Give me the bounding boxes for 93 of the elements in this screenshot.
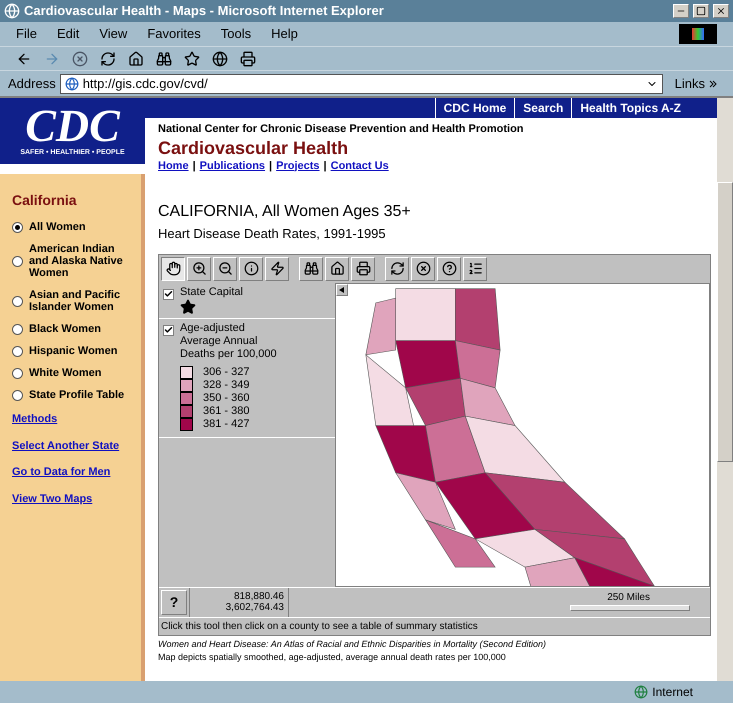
layer-checkbox[interactable] bbox=[163, 324, 174, 336]
option-label[interactable]: Hispanic Women bbox=[29, 345, 118, 357]
tool-button[interactable] bbox=[161, 256, 185, 280]
radio-button[interactable] bbox=[12, 390, 23, 400]
sidebar-link[interactable]: Select Another State bbox=[12, 438, 129, 454]
sidebar-link[interactable]: View Two Maps bbox=[12, 490, 129, 507]
nav-link[interactable]: Projects bbox=[276, 158, 320, 174]
footnote: Map depicts spatially smoothed, age-adjusted, average annual death rates per 100,000 bbox=[158, 651, 507, 664]
option-label[interactable]: Black Women bbox=[29, 323, 101, 335]
option-label[interactable]: American Indian and Alaska Native Women bbox=[29, 243, 129, 279]
windows-logo bbox=[679, 24, 717, 44]
hand-icon bbox=[166, 261, 180, 276]
star-icon bbox=[180, 298, 196, 314]
lightning-icon bbox=[270, 261, 284, 276]
nav-link[interactable]: Contact Us bbox=[330, 158, 389, 174]
option-label[interactable]: State Profile Table bbox=[29, 389, 124, 401]
option-label[interactable]: All Women bbox=[29, 221, 86, 233]
nav-link[interactable]: Publications bbox=[200, 158, 266, 174]
status-hint: Click this tool then click on a county to see a table of summary statistics bbox=[159, 616, 710, 634]
triangle-icon bbox=[339, 286, 345, 292]
legend-range: 328 - 349 bbox=[203, 378, 250, 392]
stop-icon[interactable] bbox=[72, 50, 88, 66]
menu-item[interactable]: Edit bbox=[56, 24, 80, 44]
option-label[interactable]: Asian and Pacific Islander Women bbox=[29, 289, 129, 313]
close-button[interactable] bbox=[713, 4, 729, 18]
close-icon bbox=[716, 6, 726, 16]
radio-button[interactable] bbox=[12, 222, 23, 232]
layer-checkbox[interactable] bbox=[163, 288, 174, 300]
globe-icon bbox=[634, 685, 648, 699]
menu-item[interactable]: Help bbox=[271, 24, 298, 44]
help-icon bbox=[442, 261, 456, 276]
refresh-icon[interactable] bbox=[100, 50, 116, 66]
separator: | bbox=[192, 158, 196, 174]
scrollbar[interactable] bbox=[717, 98, 733, 681]
list-icon bbox=[468, 261, 482, 276]
zoom-out-icon bbox=[218, 261, 232, 276]
printer-icon bbox=[356, 261, 370, 276]
menu-item[interactable]: Favorites bbox=[147, 24, 201, 44]
header-link[interactable]: CDC Home bbox=[434, 98, 514, 118]
state-name: California bbox=[12, 191, 78, 210]
citation: Women and Heart Disease: An Atlas of Racial and Ethnic Disparities in Mortality (Second Edition) bbox=[158, 638, 548, 651]
close-icon bbox=[416, 261, 430, 276]
map-heading: CALIFORNIA, All Women Ages 35+ bbox=[158, 202, 412, 222]
radio-button[interactable] bbox=[12, 296, 23, 306]
zoom-in-icon bbox=[192, 261, 206, 276]
home-icon[interactable] bbox=[128, 50, 144, 66]
site-title: Cardiovascular Health bbox=[158, 138, 350, 158]
address-label: Address bbox=[8, 74, 56, 93]
radio-button[interactable] bbox=[12, 346, 23, 356]
search-icon[interactable] bbox=[156, 50, 172, 66]
menu-item[interactable]: View bbox=[99, 24, 128, 44]
back-icon[interactable] bbox=[16, 50, 32, 66]
center-name: National Center for Chronic Disease Prevention and Health Promotion bbox=[158, 122, 525, 137]
coordinate-text: 3,602,764.43 bbox=[226, 602, 284, 613]
menu-item[interactable]: Tools bbox=[220, 24, 252, 44]
separator: | bbox=[324, 158, 327, 174]
nav-link[interactable]: Home bbox=[158, 158, 189, 174]
refresh-icon bbox=[390, 261, 404, 276]
sidebar-link[interactable]: Go to Data for Men bbox=[12, 464, 129, 480]
maximize-icon bbox=[696, 6, 706, 16]
chevrons-icon bbox=[709, 80, 717, 88]
collapse-button[interactable] bbox=[336, 284, 348, 296]
legend-range: 361 - 380 bbox=[203, 404, 250, 418]
separator: | bbox=[269, 158, 272, 174]
scale-label: 250 Miles bbox=[607, 590, 650, 604]
zone-label: Internet bbox=[652, 684, 693, 701]
help-button[interactable]: ? bbox=[161, 590, 187, 614]
binoculars-icon bbox=[304, 261, 318, 276]
layer-label: Age-adjusted Average Annual Deaths per 100,000 bbox=[180, 322, 278, 360]
minimize-button[interactable] bbox=[673, 4, 689, 18]
window-title: Cardiovascular Health - Maps - Microsoft Internet Explorer bbox=[24, 2, 385, 20]
maximize-button[interactable] bbox=[693, 4, 709, 18]
legend-range: 350 - 360 bbox=[203, 392, 250, 404]
address-field[interactable]: http://gis.cdc.gov/cvd/ bbox=[60, 74, 663, 94]
map-subheading: Heart Disease Death Rates, 1991-1995 bbox=[158, 225, 387, 243]
info-icon bbox=[244, 261, 258, 276]
browser-icon bbox=[4, 3, 20, 19]
legend-range: 381 - 427 bbox=[203, 418, 250, 430]
favorites-icon[interactable] bbox=[184, 50, 200, 66]
radio-button[interactable] bbox=[12, 256, 23, 266]
coordinate-text: 818,880.46 bbox=[234, 591, 284, 602]
radio-button[interactable] bbox=[12, 368, 23, 378]
links-button[interactable]: Links bbox=[666, 74, 725, 94]
home-icon bbox=[330, 261, 344, 276]
menu-item[interactable]: File bbox=[16, 24, 37, 44]
layer-label: State Capital bbox=[180, 286, 244, 298]
sidebar-link[interactable]: Methods bbox=[12, 411, 129, 428]
legend-range: 306 - 327 bbox=[203, 366, 250, 378]
header-link[interactable]: Health Topics A-Z bbox=[571, 98, 689, 118]
page-icon bbox=[64, 76, 79, 90]
option-label[interactable]: White Women bbox=[29, 367, 102, 379]
header-link[interactable]: Search bbox=[514, 98, 572, 118]
radio-button[interactable] bbox=[12, 324, 23, 334]
